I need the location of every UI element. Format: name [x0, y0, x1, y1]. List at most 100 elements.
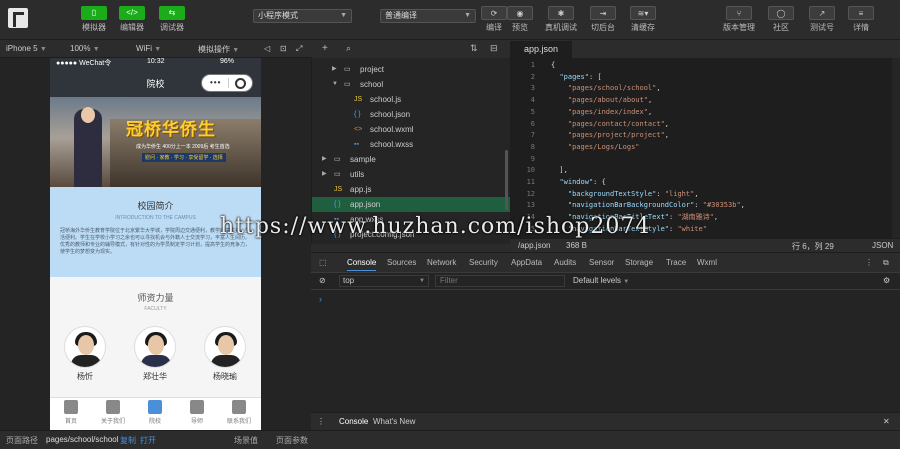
- dock-icon[interactable]: ⧉: [883, 258, 889, 268]
- editor-scrollbar[interactable]: [892, 58, 900, 238]
- fullscreen-icon[interactable]: ⤢: [296, 44, 302, 54]
- network-select[interactable]: WiFi ▼: [136, 44, 161, 53]
- line-number: 14: [526, 213, 535, 222]
- search-icon[interactable]: ⌕: [346, 43, 351, 54]
- tree-scrollbar[interactable]: [505, 150, 508, 210]
- zoom-select[interactable]: 100% ▼: [70, 44, 100, 53]
- devtools-tab-appdata[interactable]: AppData: [511, 258, 542, 267]
- devtools-tab-wxml[interactable]: Wxml: [697, 258, 717, 267]
- mode-select[interactable]: 小程序模式 ▼: [253, 9, 352, 23]
- debugger-button[interactable]: ⇆ 调试器: [154, 6, 190, 33]
- tree-item[interactable]: ▶ ▭ utils: [312, 167, 511, 182]
- filter-input[interactable]: Filter: [435, 275, 565, 287]
- collapse-icon[interactable]: ⊟: [490, 43, 498, 54]
- intro-text: 冠桥海外华侨生教育学院位于北京繁华大学城，学院周边交通便利，教学环境优美，生活便…: [60, 228, 251, 255]
- inspect-icon[interactable]: ⬚: [319, 258, 327, 267]
- tree-item[interactable]: <> school.wxml: [312, 122, 511, 137]
- more-vertical-icon[interactable]: ⋮: [865, 258, 873, 267]
- drawer-tab-whats-new[interactable]: What's New: [373, 417, 415, 426]
- chevron-right-icon[interactable]: ▶: [322, 152, 327, 167]
- switch-bg-button[interactable]: ⇥ 切后台: [585, 6, 621, 33]
- more-icon[interactable]: •••: [210, 78, 221, 87]
- tree-item-label: project: [360, 65, 385, 74]
- chevron-right-icon[interactable]: ▶: [322, 167, 327, 182]
- devtools-tab-sensor[interactable]: Sensor: [589, 258, 614, 267]
- teacher-card[interactable]: 郑壮华: [132, 326, 178, 382]
- tree-item[interactable]: ▪▪ school.wxss: [312, 137, 511, 152]
- add-icon[interactable]: +: [322, 43, 328, 54]
- tree-item[interactable]: { } app.json: [312, 197, 511, 212]
- editor-button[interactable]: </> 编辑器: [114, 6, 150, 33]
- compile-select[interactable]: 普通编译 ▼: [380, 9, 476, 23]
- test-account-button[interactable]: ↗ 测试号: [804, 6, 840, 33]
- levels-value: Default levels: [573, 276, 622, 285]
- tree-item[interactable]: ▪▪ app.wxss: [312, 212, 511, 227]
- version-mgmt-button[interactable]: ⑂ 版本管理: [721, 6, 757, 33]
- teacher-card[interactable]: 杨晓瑜: [202, 326, 248, 382]
- devtools-tab-trace[interactable]: Trace: [666, 258, 686, 267]
- line-number: 13: [526, 201, 535, 210]
- devtools-tabs: ⬚ Console Sources Network Security AppData Au…: [311, 253, 900, 273]
- preview-button[interactable]: ◉ 预览: [502, 6, 538, 33]
- tree-item[interactable]: ▶ ▭ sample: [312, 152, 511, 167]
- devtools-tab-console[interactable]: Console: [347, 258, 377, 271]
- simulate-op-select[interactable]: 模拟操作 ▼: [198, 44, 239, 55]
- status-size: 368 B: [566, 241, 587, 250]
- devtools-tab-sources[interactable]: Sources: [387, 258, 416, 267]
- code-text: "pages/school/school",: [567, 84, 661, 93]
- tree-item[interactable]: { } project.config.json: [312, 227, 511, 242]
- simulator-button[interactable]: ▯ 模拟器: [76, 6, 112, 33]
- close-icon[interactable]: ✕: [883, 417, 890, 426]
- device-select[interactable]: iPhone 5 ▼: [6, 44, 47, 53]
- details-button[interactable]: ≡ 详情: [843, 6, 879, 33]
- community-button[interactable]: ◯ 社区: [763, 6, 799, 33]
- status-language[interactable]: JSON: [872, 241, 893, 250]
- devtools-tab-storage[interactable]: Storage: [625, 258, 653, 267]
- real-debug-button[interactable]: ✱ 真机调试: [543, 6, 579, 33]
- devtools-tab-audits[interactable]: Audits: [554, 258, 576, 267]
- chevron-right-icon[interactable]: ▶: [332, 62, 337, 77]
- code-text: "navigationBarTextStyle": "white": [567, 224, 707, 233]
- tab-label: 首页: [64, 419, 77, 425]
- scene-value[interactable]: 场景值: [234, 435, 258, 446]
- levels-select[interactable]: Default levels ▼: [573, 276, 629, 285]
- status-position: 行 6，列 29: [792, 242, 834, 251]
- code-editor[interactable]: 1{2 "pages": [3 "pages/school/school", 4 …: [510, 58, 900, 238]
- teacher-card[interactable]: 杨忻: [62, 326, 108, 382]
- clear-console-icon[interactable]: ⊘: [319, 276, 326, 285]
- close-circle-icon[interactable]: [235, 78, 246, 89]
- line-number: 6: [530, 119, 535, 128]
- tree-item[interactable]: { } school.json: [312, 107, 511, 122]
- tab-about[interactable]: 关于我们: [94, 400, 132, 425]
- chevron-down-icon[interactable]: ▼: [332, 77, 338, 92]
- console-prompt[interactable]: ›: [319, 294, 322, 304]
- tab-home[interactable]: 首页: [52, 400, 90, 425]
- tab-school[interactable]: 院校: [136, 400, 174, 425]
- rotate-icon[interactable]: ⊡: [280, 44, 287, 53]
- tree-item[interactable]: ▼ ▭ school: [312, 77, 511, 92]
- tree-item[interactable]: JS school.js: [312, 92, 511, 107]
- drawer-menu-icon[interactable]: ⋮: [317, 417, 325, 426]
- tab-app-json[interactable]: app.json: [510, 41, 572, 58]
- clear-cache-label: 清缓存: [631, 23, 655, 32]
- page-params[interactable]: 页面参数: [276, 435, 308, 446]
- js-file-icon: JS: [354, 96, 363, 103]
- sort-icon[interactable]: ⇅: [470, 43, 478, 54]
- copy-link[interactable]: 复制: [120, 435, 136, 446]
- code-line: 13 "navigationBarBackgroundColor": "#303…: [511, 200, 900, 212]
- tree-item[interactable]: ▶ ▭ project: [312, 62, 511, 77]
- code-icon: </>: [119, 6, 145, 20]
- code-line: 9: [511, 154, 900, 166]
- devtools-tab-security[interactable]: Security: [469, 258, 498, 267]
- tab-contact[interactable]: 联系我们: [220, 400, 258, 425]
- clear-cache-button[interactable]: ≋▾ 清缓存: [625, 6, 661, 33]
- tree-item[interactable]: JS app.js: [312, 182, 511, 197]
- context-select[interactable]: top ▼: [339, 275, 429, 287]
- mute-icon[interactable]: ◁: [264, 44, 270, 53]
- drawer-tab-console[interactable]: Console: [339, 417, 368, 426]
- gear-icon[interactable]: ⚙: [883, 276, 890, 285]
- tab-tutor[interactable]: 导师: [178, 400, 216, 425]
- menu-capsule[interactable]: •••: [201, 74, 253, 92]
- devtools-tab-network[interactable]: Network: [427, 258, 456, 267]
- open-link[interactable]: 打开: [140, 435, 156, 446]
